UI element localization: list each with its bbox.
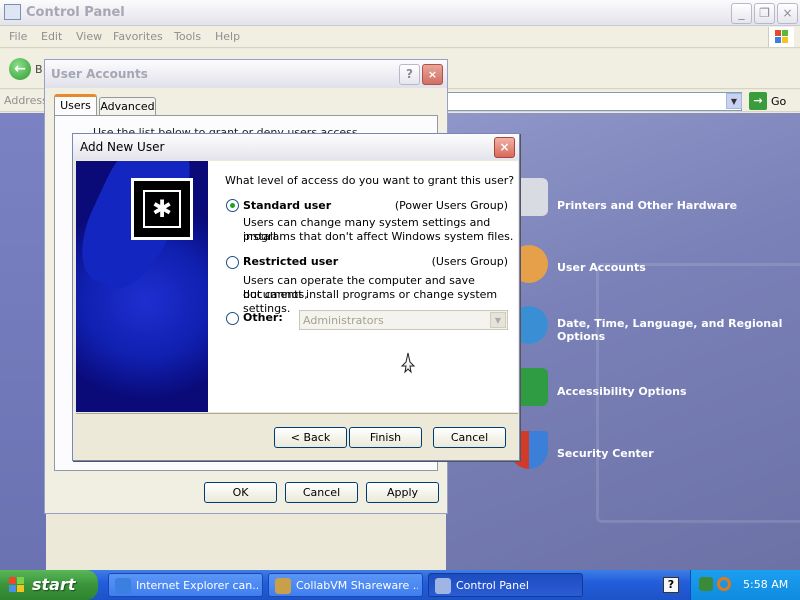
control-panel-task-pane [0, 113, 46, 570]
apply-button[interactable]: Apply [366, 482, 439, 503]
address-dropdown-icon[interactable]: ▼ [726, 93, 742, 109]
taskbar-item-label: Internet Explorer can... [136, 579, 258, 592]
dialog-cancel-button[interactable]: Cancel [433, 427, 506, 448]
standard-user-radio[interactable] [226, 199, 239, 212]
wizard-side-graphic: ✱ [76, 161, 208, 412]
back-arrow-icon[interactable]: ← [9, 58, 31, 80]
chevron-down-icon[interactable]: ▼ [490, 312, 506, 328]
category-accessibility[interactable]: Accessibility Options [557, 385, 787, 398]
busy-cursor-icon [400, 352, 416, 374]
windows-flag-icon [9, 577, 24, 592]
standard-user-group: (Power Users Group) [394, 199, 508, 212]
user-accounts-title: User Accounts [51, 67, 148, 81]
ok-button[interactable]: OK [204, 482, 277, 503]
search-icon[interactable] [717, 577, 731, 591]
other-group-select[interactable]: Administrators [299, 310, 508, 330]
category-user-accounts[interactable]: User Accounts [557, 261, 787, 274]
go-arrow-icon[interactable]: → [749, 92, 767, 110]
other-label[interactable]: Other: [243, 311, 283, 324]
add-new-user-close-button[interactable]: × [494, 137, 515, 158]
taskbar-item-label: Control Panel [456, 579, 529, 592]
collabvm-icon [275, 578, 291, 594]
start-button[interactable]: start [0, 570, 98, 600]
control-panel-title: Control Panel [26, 5, 125, 20]
finish-button[interactable]: Finish [349, 427, 422, 448]
network-icon[interactable] [699, 577, 713, 591]
menu-view[interactable]: View [76, 30, 102, 43]
standard-user-label[interactable]: Standard user [243, 199, 331, 212]
user-accounts-close-button[interactable]: × [422, 64, 443, 85]
cancel-button[interactable]: Cancel [285, 482, 358, 503]
dialog-separator [76, 413, 518, 414]
user-accounts-title-bar: User Accounts ? × [45, 60, 447, 88]
menu-edit[interactable]: Edit [41, 30, 62, 43]
taskbar-item-ie[interactable]: Internet Explorer can... [108, 573, 263, 597]
menu-favorites[interactable]: Favorites [113, 30, 163, 43]
category-security-center[interactable]: Security Center [557, 447, 787, 460]
menu-tools[interactable]: Tools [174, 30, 201, 43]
add-new-user-title: Add New User [80, 140, 165, 154]
tab-advanced[interactable]: Advanced [99, 97, 156, 116]
help-button[interactable]: ? [399, 64, 420, 85]
restricted-user-radio[interactable] [226, 256, 239, 269]
minimize-button[interactable]: _ [731, 3, 752, 24]
access-level-question: What level of access do you want to gran… [225, 174, 515, 187]
go-button-label[interactable]: Go [771, 95, 786, 108]
access-level-panel: What level of access do you want to gran… [208, 161, 518, 412]
standard-user-description-line2: programs that don't affect Windows syste… [243, 230, 514, 243]
windows-logo-icon [768, 27, 794, 47]
add-new-user-title-bar: Add New User × [73, 134, 519, 160]
start-label: start [32, 575, 76, 594]
back-button-label[interactable]: B [35, 63, 43, 76]
restricted-user-label[interactable]: Restricted user [243, 255, 338, 268]
restricted-user-group: (Users Group) [431, 255, 508, 268]
control-panel-icon [435, 578, 451, 594]
asterisk-icon: ✱ [143, 190, 181, 228]
address-label: Address [4, 94, 48, 107]
tab-users[interactable]: Users [54, 94, 97, 116]
taskbar-item-label: CollabVM Shareware ... [296, 579, 418, 592]
control-panel-app-icon [4, 4, 21, 20]
category-printers[interactable]: Printers and Other Hardware [557, 199, 787, 212]
system-tray: 5:58 AM [690, 570, 800, 600]
category-date-time[interactable]: Date, Time, Language, and Regional Optio… [557, 317, 787, 343]
close-button[interactable]: × [777, 3, 798, 24]
add-new-user-dialog: Add New User × ✱ What level of access do… [72, 133, 520, 461]
maximize-button[interactable]: ❐ [754, 3, 775, 24]
key-card-icon: ✱ [131, 178, 193, 240]
help-icon[interactable]: ? [663, 577, 679, 593]
clock: 5:58 AM [743, 578, 789, 591]
control-panel-title-bar: Control Panel _ ❐ × [0, 0, 800, 26]
address-input[interactable] [446, 92, 742, 111]
other-radio[interactable] [226, 312, 239, 325]
taskbar-item-control-panel[interactable]: Control Panel [428, 573, 583, 597]
menu-file[interactable]: File [9, 30, 27, 43]
internet-explorer-icon [115, 578, 131, 594]
taskbar-item-collabvm[interactable]: CollabVM Shareware ... [268, 573, 423, 597]
back-button[interactable]: < Back [274, 427, 347, 448]
menu-help[interactable]: Help [215, 30, 240, 43]
menu-bar: File Edit View Favorites Tools Help [0, 26, 800, 48]
